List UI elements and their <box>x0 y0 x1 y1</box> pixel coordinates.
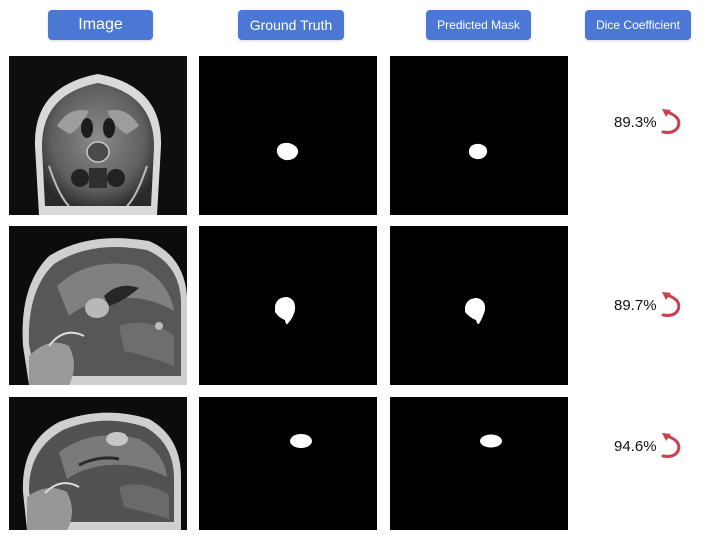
header-predicted-mask: Predicted Mask <box>426 10 531 40</box>
curved-arrow-icon <box>661 109 680 134</box>
dice-value-row1: 89.3% <box>614 107 684 137</box>
ground-truth-mask-row1 <box>199 56 377 215</box>
mri-image-row1 <box>9 56 187 215</box>
dice-value-row3: 94.6% <box>614 431 684 461</box>
curved-arrow-icon <box>661 433 680 458</box>
curved-arrow-icon <box>661 292 680 317</box>
mri-image-row2 <box>9 226 187 385</box>
header-dice-coefficient: Dice Coefficient <box>585 10 691 40</box>
dice-percent: 89.7% <box>614 296 657 314</box>
dice-percent: 94.6% <box>614 437 657 455</box>
dice-value-row2: 89.7% <box>614 290 684 320</box>
ground-truth-mask-row2 <box>199 226 377 385</box>
header-image: Image <box>48 10 153 40</box>
mri-image-row3 <box>9 397 187 530</box>
header-ground-truth: Ground Truth <box>238 10 344 40</box>
ground-truth-mask-row3 <box>199 397 377 530</box>
predicted-mask-row1 <box>390 56 568 215</box>
dice-percent: 89.3% <box>614 113 657 131</box>
predicted-mask-row2 <box>390 226 568 385</box>
predicted-mask-row3 <box>390 397 568 530</box>
